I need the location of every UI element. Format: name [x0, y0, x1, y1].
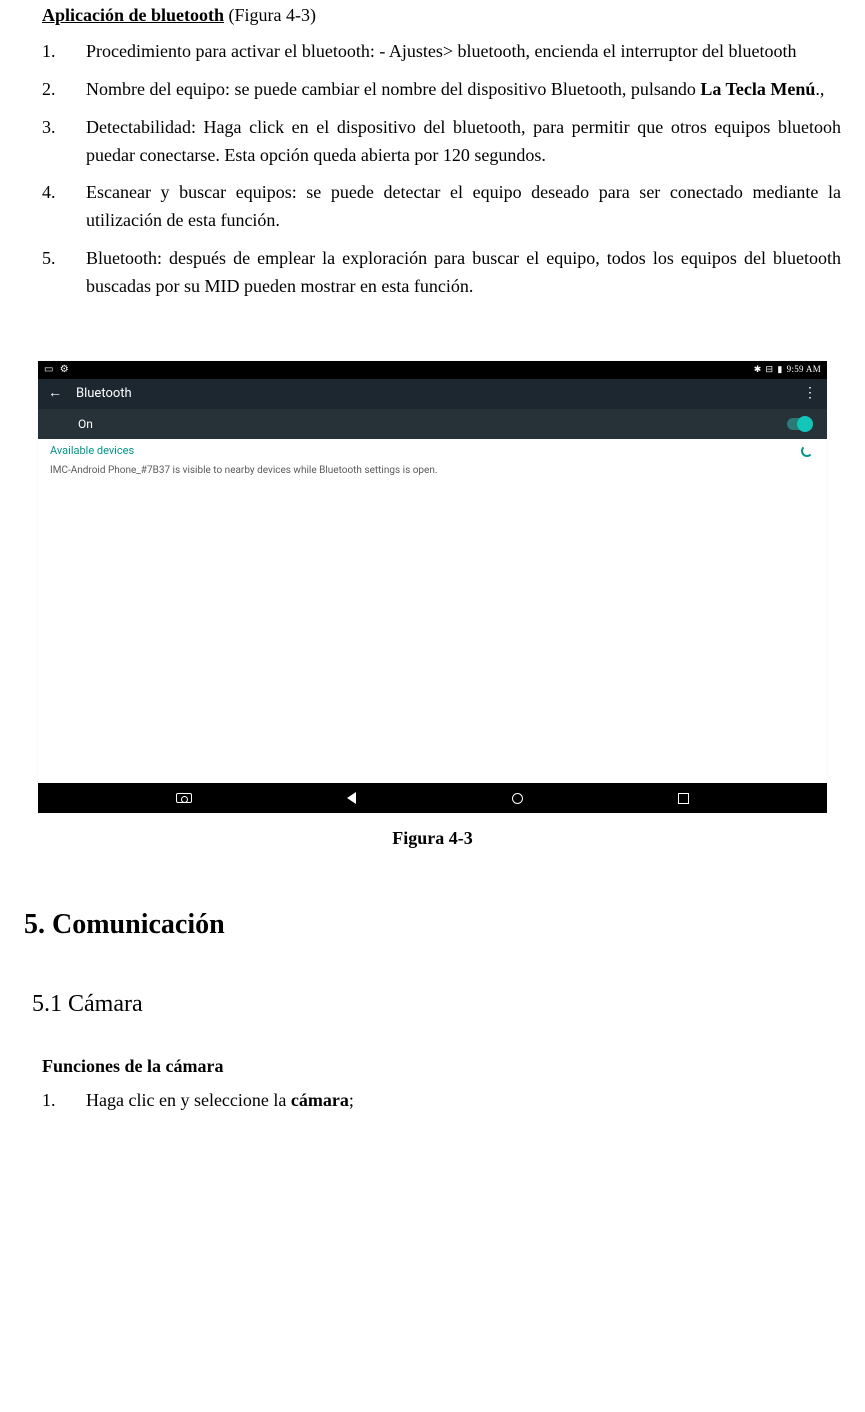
- step-text-pre: Haga clic en y seleccione la: [86, 1090, 291, 1110]
- step-1: 1. Procedimiento para activar el bluetoo…: [42, 38, 841, 66]
- step-3: 3. Detectabilidad: Haga click en el disp…: [42, 114, 841, 170]
- camera-functions-heading: Funciones de la cámara: [42, 1053, 841, 1081]
- step-text-post: ;: [349, 1090, 354, 1110]
- step-4: 4. Escanear y buscar equipos: se puede d…: [42, 179, 841, 235]
- status-right: ✱ ⊟ ▮ 9:59 AM: [754, 363, 821, 377]
- bluetooth-heading: Aplicación de bluetooth (Figura 4-3): [42, 2, 841, 30]
- step-text: Escanear y buscar equipos: se puede dete…: [86, 182, 841, 230]
- android-screenshot: ▭ ⚙ ✱ ⊟ ▮ 9:59 AM ← Bluetooth ⋮ On Avail…: [38, 361, 827, 813]
- step-text: Detectabilidad: Haga click en el disposi…: [86, 117, 841, 165]
- section-5-heading: 5. Comunicación: [24, 903, 841, 946]
- signal-icon: ▮: [777, 363, 782, 377]
- step-5: 5. Bluetooth: después de emplear la expl…: [42, 245, 841, 301]
- visibility-note: IMC-Android Phone_#7B37 is visible to ne…: [38, 463, 827, 483]
- bluetooth-icon: ✱: [754, 363, 762, 377]
- recent-nav-icon[interactable]: [678, 793, 689, 804]
- camera-steps-list: 1. Haga clic en y seleccione la cámara;: [42, 1087, 841, 1115]
- loading-spinner-icon: [801, 445, 813, 457]
- step-text-bold: La Tecla Menú: [700, 79, 815, 99]
- status-left: ▭ ⚙: [44, 362, 69, 378]
- section-5-1-heading: 5.1 Cámara: [32, 986, 841, 1023]
- bluetooth-settings-header: ← Bluetooth ⋮: [38, 379, 827, 409]
- home-nav-icon[interactable]: [512, 793, 523, 804]
- step-number: 5.: [42, 245, 72, 273]
- screenshot-nav-icon[interactable]: [176, 793, 192, 803]
- status-time: 9:59 AM: [787, 363, 821, 377]
- available-devices-label: Available devices: [50, 442, 134, 459]
- figure-caption: Figura 4-3: [24, 825, 841, 853]
- available-devices-row: Available devices: [38, 439, 827, 463]
- status-bar: ▭ ⚙ ✱ ⊟ ▮ 9:59 AM: [38, 361, 827, 379]
- step-number: 2.: [42, 76, 72, 104]
- camera-step-1: 1. Haga clic en y seleccione la cámara;: [42, 1087, 841, 1115]
- step-text: Procedimiento para activar el bluetooth:…: [86, 41, 796, 61]
- step-text: Bluetooth: después de emplear la explora…: [86, 248, 841, 296]
- back-nav-icon[interactable]: [347, 792, 356, 804]
- on-label: On: [78, 415, 93, 434]
- step-number: 1.: [42, 38, 72, 66]
- step-text-bold: cámara: [291, 1090, 349, 1110]
- step-number: 3.: [42, 114, 72, 142]
- android-navbar: [38, 783, 827, 813]
- step-text-pre: Nombre del equipo: se puede cambiar el n…: [86, 79, 700, 99]
- bluetooth-on-row: On: [38, 409, 827, 439]
- figure-block: Programa de aplicación ▭ ⚙ ✱ ⊟ ▮ 9:59 AM…: [24, 361, 841, 813]
- notification-icon: ⊟: [766, 363, 774, 377]
- step-2: 2. Nombre del equipo: se puede cambiar e…: [42, 76, 841, 104]
- screenshot-indicator-icon: ▭: [44, 362, 54, 378]
- back-arrow-icon[interactable]: ←: [48, 383, 62, 405]
- heading-paren: (Figura 4-3): [224, 5, 316, 25]
- bluetooth-steps-list: 1. Procedimiento para activar el bluetoo…: [42, 38, 841, 301]
- step-number: 1.: [42, 1087, 72, 1115]
- heading-main: Aplicación de bluetooth: [42, 5, 224, 25]
- debug-icon: ⚙: [60, 362, 69, 378]
- step-text-post: .,: [815, 79, 824, 99]
- overflow-menu-icon[interactable]: ⋮: [803, 383, 815, 405]
- header-title: Bluetooth: [76, 384, 132, 404]
- step-number: 4.: [42, 179, 72, 207]
- bluetooth-toggle[interactable]: [787, 418, 811, 430]
